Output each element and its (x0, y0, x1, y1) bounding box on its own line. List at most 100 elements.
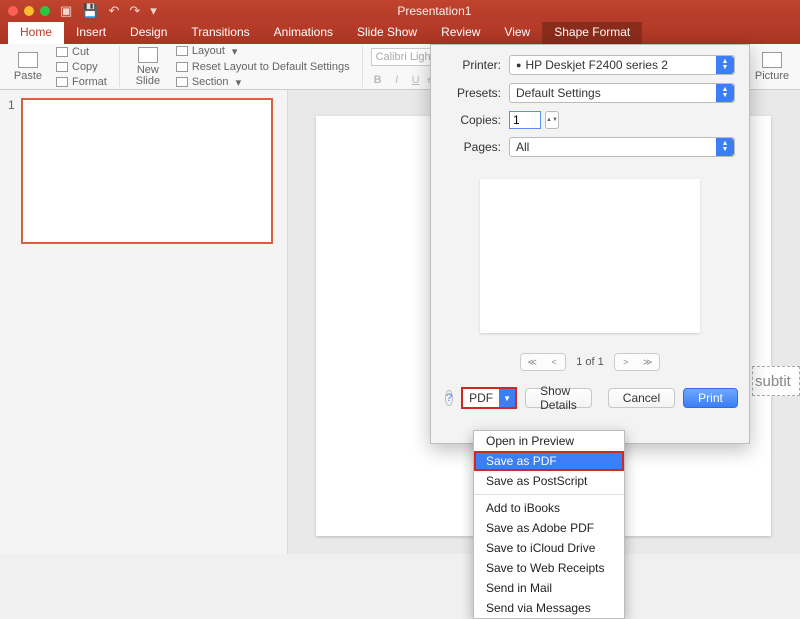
tab-design[interactable]: Design (118, 22, 179, 44)
first-page-button[interactable]: ≪ (521, 354, 543, 370)
printer-label: Printer: (445, 58, 501, 72)
underline-button[interactable]: U (409, 74, 423, 86)
pager-text: 1 of 1 (576, 356, 604, 368)
picture-label: Picture (755, 70, 789, 82)
save-icon[interactable]: 💾 (82, 3, 98, 19)
show-details-label: Show Details (540, 384, 577, 412)
printer-status-icon: ● (516, 60, 521, 70)
slides-group: New Slide Layout ▾ Reset Layout to Defau… (128, 46, 363, 87)
chevron-updown-icon: ▲▼ (716, 56, 734, 74)
show-details-button[interactable]: Show Details (525, 388, 592, 408)
slide-thumbnail-panel: 1 (0, 90, 288, 554)
picture-button[interactable]: Picture (752, 47, 792, 87)
tab-insert[interactable]: Insert (64, 22, 118, 44)
paste-button[interactable]: Paste (8, 47, 48, 87)
slide-thumbnail-1[interactable] (21, 98, 273, 244)
section-button[interactable]: Section ▾ (172, 75, 354, 90)
menu-separator (474, 494, 624, 495)
tab-home[interactable]: Home (8, 22, 64, 44)
thumbnail-number: 1 (8, 98, 15, 244)
section-label: Section (192, 76, 229, 88)
format-icon (56, 77, 68, 87)
print-dialog: Printer: ● HP Deskjet F2400 series 2 ▲▼ … (430, 44, 750, 444)
reset-layout-button[interactable]: Reset Layout to Default Settings (172, 60, 354, 74)
menu-add-to-ibooks[interactable]: Add to iBooks (474, 498, 624, 518)
italic-button[interactable]: I (390, 74, 404, 86)
pages-label: Pages: (445, 140, 501, 154)
prev-page-button[interactable]: < (543, 354, 565, 370)
reset-label: Reset Layout to Default Settings (192, 61, 350, 73)
copy-icon (56, 62, 68, 72)
redo-icon[interactable]: ↷ (129, 3, 140, 19)
menu-save-as-pdf[interactable]: Save as PDF (474, 451, 624, 471)
reset-icon (176, 62, 188, 72)
tab-shape-format[interactable]: Shape Format (542, 22, 642, 44)
ribbon-tabs: Home Insert Design Transitions Animation… (0, 22, 800, 44)
help-button[interactable]: ? (445, 390, 453, 406)
print-pager: ≪ < 1 of 1 > ≫ (445, 353, 735, 371)
layout-label: Layout (192, 45, 225, 57)
chevron-down-icon: ▼ (499, 389, 515, 407)
presets-label: Presets: (445, 86, 501, 100)
print-label: Print (698, 391, 723, 405)
copies-stepper[interactable]: ▲▼ (545, 111, 559, 129)
next-page-button[interactable]: > (615, 354, 637, 370)
menu-save-to-web-receipts[interactable]: Save to Web Receipts (474, 558, 624, 578)
paste-icon (18, 52, 38, 68)
layout-icon (176, 46, 188, 56)
copy-button[interactable]: Copy (52, 60, 111, 74)
tab-slideshow[interactable]: Slide Show (345, 22, 429, 44)
pdf-menu: Open in Preview Save as PDF Save as Post… (473, 430, 625, 619)
paste-label: Paste (14, 70, 42, 82)
clipboard-group: Paste Cut Copy Format (8, 46, 120, 87)
cut-label: Cut (72, 46, 89, 58)
new-slide-label: New Slide (136, 65, 160, 87)
print-preview (480, 179, 700, 333)
copies-label: Copies: (445, 113, 501, 127)
menu-save-to-icloud[interactable]: Save to iCloud Drive (474, 538, 624, 558)
title-bar: ▣ 💾 ↶ ↷ ▾ Presentation1 (0, 0, 800, 22)
tab-animations[interactable]: Animations (262, 22, 345, 44)
menu-open-in-preview[interactable]: Open in Preview (474, 431, 624, 451)
chevron-updown-icon: ▲▼ (716, 84, 734, 102)
last-page-button[interactable]: ≫ (637, 354, 659, 370)
tab-view[interactable]: View (492, 22, 542, 44)
cancel-button[interactable]: Cancel (608, 388, 675, 408)
maximize-window-button[interactable] (40, 6, 50, 16)
minimize-window-button[interactable] (24, 6, 34, 16)
menu-save-as-adobe-pdf[interactable]: Save as Adobe PDF (474, 518, 624, 538)
pages-select[interactable]: All ▲▼ (509, 137, 735, 157)
menu-send-via-messages[interactable]: Send via Messages (474, 598, 624, 618)
section-icon (176, 77, 188, 87)
layout-button[interactable]: Layout ▾ (172, 44, 354, 59)
cut-button[interactable]: Cut (52, 45, 111, 59)
menu-save-as-postscript[interactable]: Save as PostScript (474, 471, 624, 491)
close-window-button[interactable] (8, 6, 18, 16)
format-label: Format (72, 76, 107, 88)
quick-access-toolbar: ▣ 💾 ↶ ↷ ▾ (60, 3, 157, 19)
new-slide-button[interactable]: New Slide (128, 47, 168, 87)
subtitle-placeholder[interactable]: subtit (752, 366, 800, 396)
menu-send-in-mail[interactable]: Send in Mail (474, 578, 624, 598)
cancel-label: Cancel (623, 391, 660, 405)
picture-icon (762, 52, 782, 68)
copies-input[interactable] (509, 111, 541, 129)
copy-label: Copy (72, 61, 98, 73)
printer-select[interactable]: ● HP Deskjet F2400 series 2 ▲▼ (509, 55, 735, 75)
window-controls (8, 6, 50, 16)
format-button[interactable]: Format (52, 75, 111, 89)
autosave-icon[interactable]: ▣ (60, 3, 72, 19)
pdf-label: PDF (463, 389, 499, 407)
tab-transitions[interactable]: Transitions (179, 22, 261, 44)
cut-icon (56, 47, 68, 57)
document-title: Presentation1 (157, 4, 712, 18)
printer-value: HP Deskjet F2400 series 2 (525, 58, 668, 72)
pages-value: All (516, 140, 529, 154)
presets-select[interactable]: Default Settings ▲▼ (509, 83, 735, 103)
pdf-dropdown-button[interactable]: PDF ▼ (461, 387, 517, 409)
help-icon: ? (446, 392, 452, 404)
undo-icon[interactable]: ↶ (108, 3, 119, 19)
print-button[interactable]: Print (683, 388, 738, 408)
bold-button[interactable]: B (371, 74, 385, 86)
tab-review[interactable]: Review (429, 22, 492, 44)
